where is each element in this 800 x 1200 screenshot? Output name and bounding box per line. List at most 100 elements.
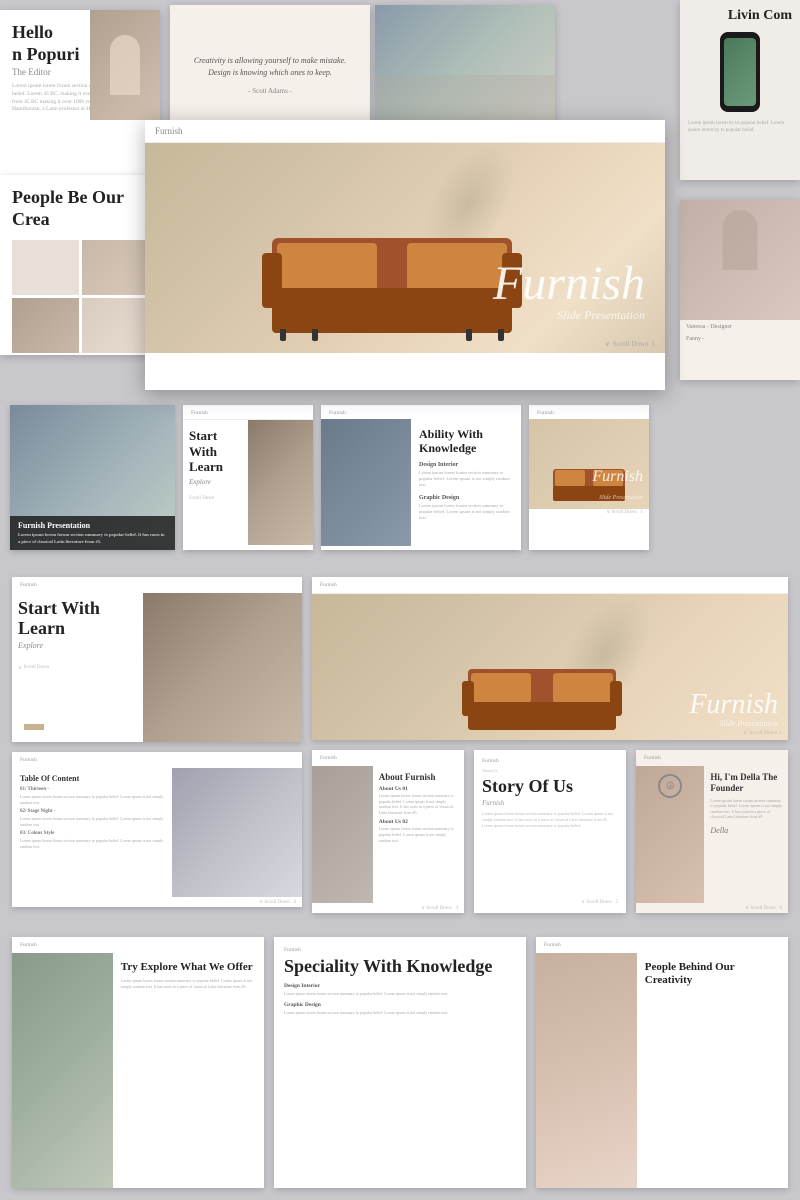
mid-furnish-pres-card: Furnish Presentation Lorem ipsum lorem f… xyxy=(10,405,175,550)
della-text: Hi, I'm Della The Founder Lorem ipsum lo… xyxy=(704,766,788,903)
left-stack: Furnish Start With Learn Explore ∨ Scrol… xyxy=(12,577,302,913)
fanny-name: Fanny - xyxy=(680,334,800,344)
mid-pres-label: Furnish Presentation Lorem ipsum lorem f… xyxy=(10,516,175,550)
story-scroll: ∨ Scroll Down 5 xyxy=(482,899,618,905)
bt-explore-desc: Lorem ipsum lorem forum section summary … xyxy=(121,978,256,989)
quote-author: - Scott Adams - xyxy=(248,87,292,95)
fl-scroll: ∨ Scroll Down 1 xyxy=(743,730,782,736)
mid-design-interior-body: Lorem ipsum lorem forum section summary … xyxy=(419,470,513,489)
thumb-about: Furnish About Furnish About Us 01 Lorem … xyxy=(312,750,464,913)
bt-explore-photo xyxy=(12,953,113,1188)
fl-photo: Furnish Slide Presentation ∨ Scroll Down… xyxy=(312,594,788,740)
bt-speciality-big: Speciality With Knowledge xyxy=(284,957,516,977)
fl-sofa-c1 xyxy=(471,673,531,703)
about-title: About Furnish xyxy=(379,772,458,782)
furnish-main-photo: Furnish Slide Presentation ∨ Scroll Down… xyxy=(145,143,665,353)
mid-start-photo xyxy=(248,420,313,545)
toc-title: Table Of Content xyxy=(20,774,164,783)
thumb-della: Furnish ☮ Hi, I'm Della The Founder Lore… xyxy=(636,750,788,913)
about-desc1: Lorem ipsum lorem forum section summary … xyxy=(379,793,458,815)
thumb-start-big: Start With Learn xyxy=(18,599,137,639)
bt-speciality-s2: Graphic Design xyxy=(284,1002,516,1008)
beige-accent xyxy=(24,724,44,730)
mid-graphic-body: Lorem ipsum lorem forum section summary … xyxy=(419,503,513,522)
people-img-1 xyxy=(12,240,79,295)
della-sig: Della xyxy=(710,826,782,835)
people-img-3 xyxy=(12,298,79,353)
people-card: People Be Our Crea xyxy=(0,175,160,355)
bt-explore-text: Try Explore What We Offer Lorem ipsum lo… xyxy=(113,953,264,1188)
about-photo xyxy=(312,766,373,903)
fl-sofa-al xyxy=(462,681,474,716)
thumb-toc-header: Furnish xyxy=(12,752,302,768)
della-desc: Lorem ipsum lorem forum section summary … xyxy=(710,798,782,820)
bt-speciality: Furnish Speciality With Knowledge Design… xyxy=(274,937,526,1188)
fl-header: Furnish xyxy=(312,577,788,594)
mid-small-fl-text: Furnish Slide Presentation xyxy=(592,468,643,504)
mid-ability-photo xyxy=(321,419,411,546)
mid-ability-title: Ability With Knowledge xyxy=(419,427,513,456)
sofa-arm-left xyxy=(262,253,282,308)
bt-people-photo xyxy=(536,953,637,1188)
bt-people-title: People Behind Our Creativity xyxy=(645,961,780,987)
mid-small-scroll: ∨ Scroll Down 1 xyxy=(529,509,649,518)
about-text: About Furnish About Us 01 Lorem ipsum lo… xyxy=(373,766,464,903)
sofa-cushion-left xyxy=(277,243,377,291)
about-scroll: ∨ Scroll Down 4 xyxy=(312,903,464,913)
about-section1: About Us 01 xyxy=(379,786,458,792)
sofa-sm-c1 xyxy=(555,470,585,486)
thumb-story: Furnish About Us Story Of Us Furnish Lor… xyxy=(474,750,626,913)
about-desc2: Lorem ipsum lorem forum section summary … xyxy=(379,826,458,843)
fl-sofa-base xyxy=(468,702,616,730)
bt-people-header: Furnish xyxy=(536,937,788,953)
della-body: ☮ Hi, I'm Della The Founder Lorem ipsum … xyxy=(636,766,788,903)
mid-small-big: Furnish xyxy=(592,468,643,485)
sofa-leg-3 xyxy=(498,329,504,341)
designer-photo xyxy=(680,200,800,320)
people-img-2 xyxy=(82,240,149,295)
livin-body: Lorem ipsum lorem by to popular belief. … xyxy=(688,120,792,134)
fl-sofa xyxy=(462,655,622,730)
livin-title: Livin Com xyxy=(688,8,792,24)
mid-start-content: Start With Learn Explore Scroll Down xyxy=(183,420,313,545)
della-title: Hi, I'm Della The Founder xyxy=(710,772,782,794)
story-italic: Furnish xyxy=(482,799,618,807)
mid-pres-body: Lorem ipsum lorem forum section summary … xyxy=(18,532,167,545)
toc-desc-2: Lorem ipsum lorem forum section summary … xyxy=(20,816,164,827)
thumb-start-italic: Explore xyxy=(18,641,137,650)
toc-photo xyxy=(172,768,303,897)
thumb-start-scroll: ∨ Scroll Down xyxy=(18,665,137,671)
story-header: Furnish xyxy=(482,758,618,764)
fl-scroll-text: Scroll Down xyxy=(749,730,777,736)
scroll-text: Scroll Down xyxy=(24,665,49,670)
mid-design-interior-label: Design Interior xyxy=(419,462,513,468)
toc-item-1: 01/ Thirteen - xyxy=(20,787,164,792)
thumb-toc: Furnish Table Of Content 01/ Thirteen - … xyxy=(12,752,302,907)
vanessa-name: Vanessa - Designer xyxy=(680,320,800,334)
mid-start-card: Furnish Start With Learn Explore Scroll … xyxy=(183,405,313,550)
fl-scroll-icon: ∨ xyxy=(743,730,747,736)
mid-ability-header: Furnish xyxy=(321,405,521,419)
story-about: About Us xyxy=(482,768,618,774)
bt-speciality-s1: Design Interior xyxy=(284,983,516,989)
mid-start-big: Start With Learn xyxy=(189,428,242,475)
fl-sofa-c2 xyxy=(553,673,613,703)
bt-speciality-b1: Lorem ipsum lorem forum section summary … xyxy=(284,991,516,997)
mid-pres-title: Furnish Presentation xyxy=(18,521,167,530)
della-header: Furnish xyxy=(636,750,788,766)
livin-card: Livin Com Lorem ipsum lorem by to popula… xyxy=(680,0,800,180)
mid-start-text: Start With Learn Explore Scroll Down xyxy=(183,420,248,545)
phone-icon xyxy=(720,32,760,112)
right-grid: Furnish Furnish Slide Presentation ∨ xyxy=(312,577,788,913)
designers-card: Vanessa - Designer Fanny - xyxy=(680,200,800,380)
story-big: Story Of Us xyxy=(482,777,618,797)
peace-icon: ☮ xyxy=(658,774,682,798)
toc-item-3: 03/ Colour Style xyxy=(20,831,164,836)
bt-people-body: People Behind Our Creativity xyxy=(536,953,788,1188)
mid-start-italic: Explore xyxy=(189,478,242,486)
mid-small-sm: Slide Presentation xyxy=(599,495,643,501)
about-section2: About Us 02 xyxy=(379,819,458,825)
page-number: 1 xyxy=(652,340,656,348)
sofa-leg-1 xyxy=(280,329,286,341)
furnish-big-text: Furnish xyxy=(493,260,645,308)
